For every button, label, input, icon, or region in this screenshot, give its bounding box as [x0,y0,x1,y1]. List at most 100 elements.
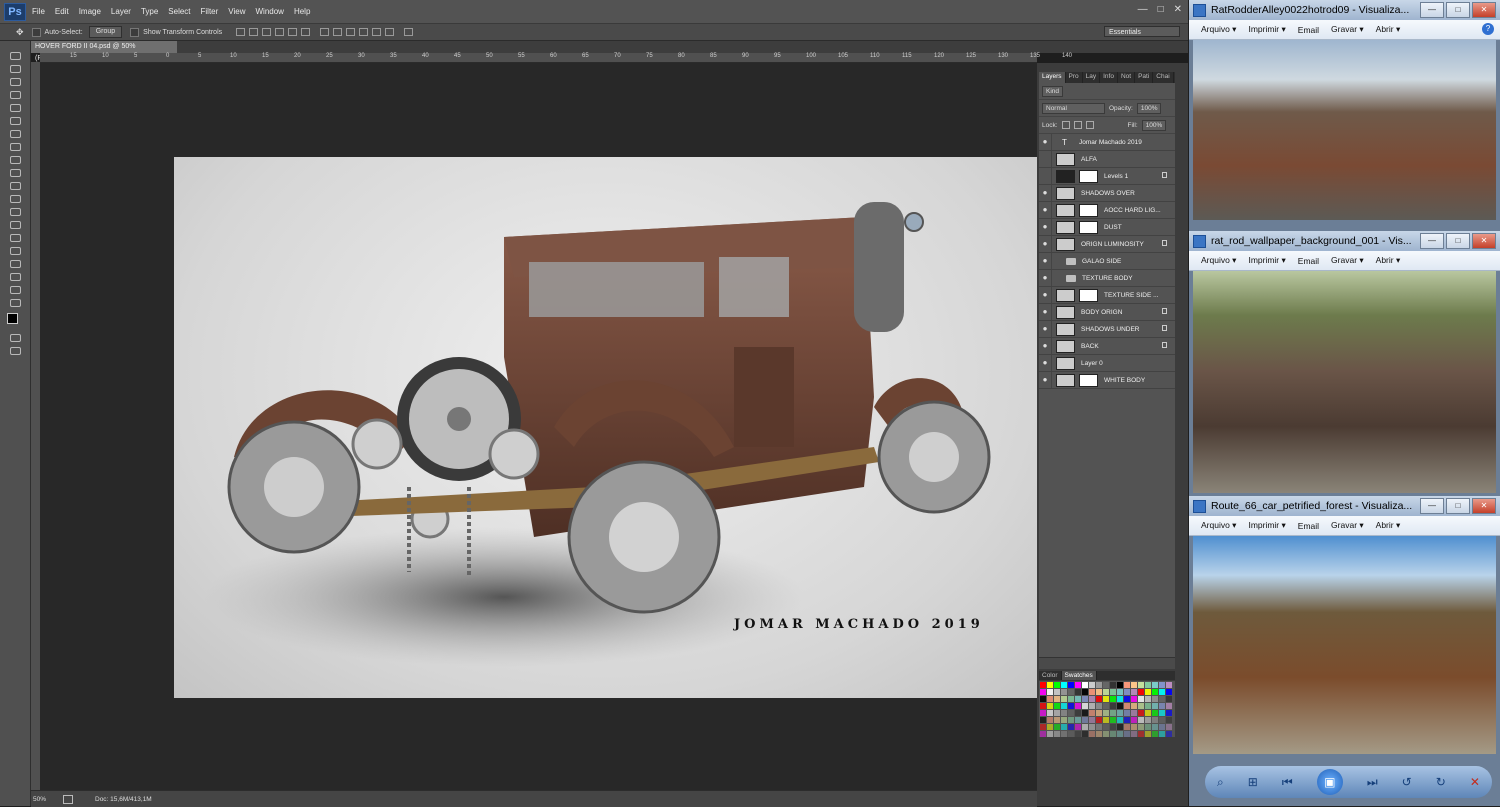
swatch[interactable] [1096,731,1102,737]
swatch[interactable] [1103,731,1109,737]
swatch[interactable] [1138,724,1144,730]
swatch[interactable] [1166,717,1172,723]
swatch[interactable] [1110,703,1116,709]
swatch[interactable] [1124,731,1130,737]
swatch[interactable] [1138,689,1144,695]
swatch[interactable] [1075,717,1081,723]
swatch[interactable] [1138,731,1144,737]
swatch[interactable] [1040,682,1046,688]
minimize-button[interactable]: — [1420,2,1444,18]
swatch[interactable] [1040,724,1046,730]
visibility-eye-icon[interactable]: ● [1039,236,1052,252]
swatch[interactable] [1068,731,1074,737]
swatch[interactable] [1096,724,1102,730]
swatch[interactable] [1103,682,1109,688]
rotate-right-icon[interactable]: ↻ [1436,775,1446,789]
visibility-eye-icon[interactable]: ● [1039,287,1052,303]
swatch[interactable] [1096,682,1102,688]
visibility-eye-icon[interactable]: ● [1039,372,1052,388]
swatch[interactable] [1054,689,1060,695]
zoom-tool-icon[interactable] [9,299,21,307]
healing-tool-icon[interactable] [9,130,21,138]
swatch[interactable] [1040,717,1046,723]
swatch[interactable] [1082,703,1088,709]
layer-row[interactable]: ● AOCC HARD LIG... [1039,202,1175,219]
close-button[interactable]: ✕ [1472,498,1496,514]
screen-mode-icon[interactable] [9,347,21,355]
swatch[interactable] [1089,703,1095,709]
swatch[interactable] [1075,724,1081,730]
swatch[interactable] [1152,703,1158,709]
swatch[interactable] [1124,703,1130,709]
swatch[interactable] [1061,710,1067,716]
swatch[interactable] [1075,682,1081,688]
distribute-center-icon[interactable] [372,28,382,36]
swatch[interactable] [1047,731,1053,737]
swatch[interactable] [1159,689,1165,695]
swatch[interactable] [1040,710,1046,716]
swatch[interactable] [1096,689,1102,695]
history-brush-tool-icon[interactable] [9,169,21,177]
swatch[interactable] [1166,703,1172,709]
delete-icon[interactable]: ✕ [1470,775,1480,789]
menu-layer[interactable]: Layer [111,7,131,16]
blend-mode-dropdown[interactable]: Normal [1042,102,1105,114]
help-icon[interactable]: ? [1482,23,1494,35]
menu-imprimir[interactable]: Imprimir ▾ [1248,255,1285,266]
menu-arquivo[interactable]: Arquivo ▾ [1201,520,1236,531]
visibility-eye-icon[interactable]: ● [1039,134,1052,150]
opacity-input[interactable]: 100% [1136,102,1162,114]
close-button[interactable]: ✕ [1472,233,1496,249]
swatch[interactable] [1166,696,1172,702]
swatch[interactable] [1131,696,1137,702]
swatch[interactable] [1117,724,1123,730]
swatch[interactable] [1054,731,1060,737]
swatch[interactable] [1152,717,1158,723]
layer-row[interactable]: ● BACK [1039,338,1175,355]
layer-mask-thumbnail[interactable] [1079,169,1098,183]
swatch[interactable] [1152,682,1158,688]
swatch[interactable] [1082,731,1088,737]
move-tool-icon[interactable] [9,52,21,60]
document-tab[interactable]: HOVER FORD II 04.psd @ 50% (RGB/8#)× [31,41,177,62]
menu-edit[interactable]: Edit [55,7,69,16]
layer-row[interactable]: ● TEXTURE BODY [1039,270,1175,287]
hand-tool-icon[interactable] [9,286,21,294]
swatch[interactable] [1131,724,1137,730]
swatch[interactable] [1145,689,1151,695]
swatch[interactable] [1061,717,1067,723]
viewer-titlebar[interactable]: rat_rod_wallpaper_background_001 - Vis..… [1189,231,1500,251]
menu-image[interactable]: Image [79,7,101,16]
viewer-titlebar[interactable]: Route_66_car_petrified_forest - Visualiz… [1189,496,1500,516]
swatch[interactable] [1089,696,1095,702]
swatch[interactable] [1054,703,1060,709]
tab-color[interactable]: Color [1039,671,1062,680]
menu-window[interactable]: Window [256,7,284,16]
swatch[interactable] [1047,689,1053,695]
artwork-canvas[interactable]: JOMAR MACHADO 2019 [174,157,1037,698]
swatch[interactable] [1061,724,1067,730]
swatch[interactable] [1054,696,1060,702]
swatch[interactable] [1082,682,1088,688]
menu-filter[interactable]: Filter [201,7,219,16]
swatch[interactable] [1047,717,1053,723]
swatch[interactable] [1082,696,1088,702]
swatch[interactable] [1145,710,1151,716]
gradient-tool-icon[interactable] [9,195,21,203]
swatch[interactable] [1096,710,1102,716]
maximize-button[interactable]: □ [1446,233,1470,249]
menu-arquivo[interactable]: Arquivo ▾ [1201,24,1236,35]
swatch[interactable] [1131,731,1137,737]
move-tool-icon[interactable]: ✥ [16,27,24,38]
swatch[interactable] [1068,717,1074,723]
pen-tool-icon[interactable] [9,234,21,242]
visibility-eye-icon[interactable]: ● [1039,270,1052,286]
swatch[interactable] [1124,682,1130,688]
swatch[interactable] [1068,696,1074,702]
marquee-tool-icon[interactable] [9,65,21,73]
blur-tool-icon[interactable] [9,208,21,216]
visibility-eye-icon[interactable]: ● [1039,321,1052,337]
menu-abrir[interactable]: Abrir ▾ [1376,255,1401,266]
swatch[interactable] [1131,689,1137,695]
layer-row[interactable]: ● GALAO SIDE [1039,253,1175,270]
